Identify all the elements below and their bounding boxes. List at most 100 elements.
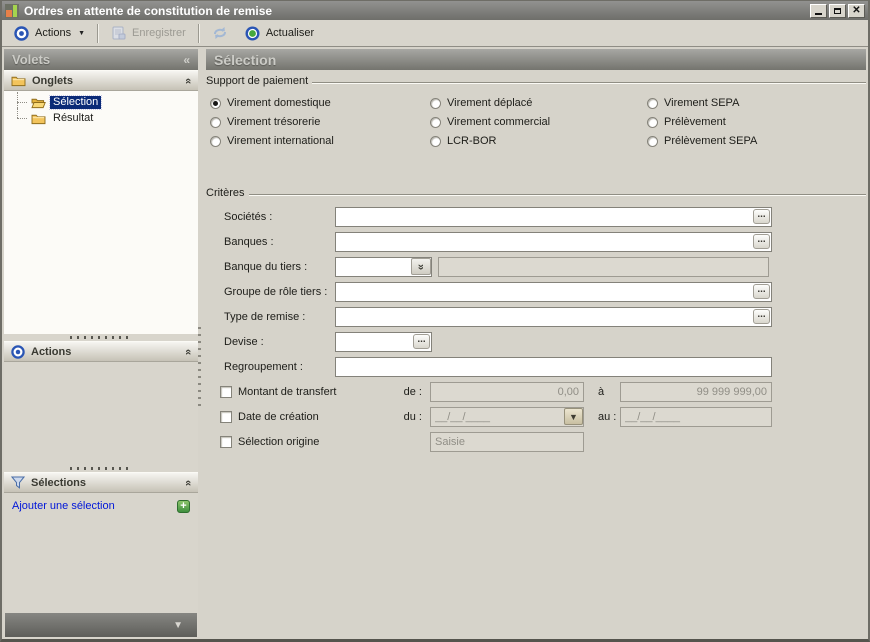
banques-label: Banques :	[224, 236, 274, 248]
support-group-label: Support de paiement	[206, 75, 866, 87]
splitter-grip-dots	[70, 467, 132, 470]
save-button[interactable]: Enregistrer	[106, 24, 191, 42]
devise-row: Devise : ...	[224, 332, 866, 352]
a-label: à	[598, 386, 605, 398]
onglets-title: Onglets	[32, 74, 73, 87]
refresh-button[interactable]: Actualiser	[240, 24, 319, 43]
groupe-role-browse-button[interactable]: ...	[753, 284, 770, 299]
sidebar-bottom-bar[interactable]: ▼	[5, 613, 197, 637]
origine-checkbox[interactable]	[220, 436, 232, 448]
tree-item-resultat[interactable]: Résultat	[4, 108, 198, 126]
toolbar-separator	[197, 23, 200, 43]
vertical-splitter-handle[interactable]	[198, 327, 201, 407]
support-group-title: Support de paiement	[206, 75, 309, 87]
add-selection-link[interactable]: Ajouter une sélection	[12, 500, 171, 512]
societes-input[interactable]	[335, 207, 772, 227]
sidebar-splitter[interactable]	[4, 334, 198, 341]
selection-header: Sélection	[206, 49, 866, 70]
tree-item-selection[interactable]: Sélection	[4, 92, 198, 110]
radio-label: Virement trésorerie	[227, 116, 321, 128]
app-window: Ordres en attente de constitution de rem…	[0, 0, 870, 642]
sidebar: Volets « Onglets « Sélection Résultat Ac…	[4, 49, 198, 639]
refresh-orb-icon	[245, 26, 260, 41]
radio-virement-deplace[interactable]: Virement déplacé	[430, 96, 647, 110]
maximize-icon	[834, 7, 841, 14]
groupe-role-label: Groupe de rôle tiers :	[224, 286, 328, 298]
open-folder-icon	[31, 96, 46, 109]
collapse-section-icon[interactable]: «	[182, 348, 194, 354]
add-selection-button[interactable]: +	[177, 499, 190, 513]
minimize-button[interactable]	[810, 3, 827, 18]
radio-prelevement[interactable]: Prélèvement	[647, 115, 866, 129]
type-remise-input[interactable]	[335, 307, 772, 327]
radio-label: Virement domestique	[227, 97, 331, 109]
sync-arrows-icon	[212, 26, 228, 40]
actions-title: Actions	[31, 345, 72, 358]
regroupement-label: Regroupement :	[224, 361, 303, 373]
criteria-group-title: Critères	[206, 187, 245, 199]
collapse-section-icon[interactable]: «	[182, 479, 194, 485]
actions-panel-body	[4, 362, 198, 465]
title-bar: Ordres en attente de constitution de rem…	[2, 1, 868, 20]
devise-label: Devise :	[224, 336, 264, 348]
tree-item-label[interactable]: Résultat	[50, 112, 96, 125]
radio-icon	[430, 135, 441, 147]
radio-prelevement-sepa[interactable]: Prélèvement SEPA	[647, 134, 866, 148]
type-remise-browse-button[interactable]: ...	[753, 309, 770, 324]
maximize-button[interactable]	[829, 3, 846, 18]
actions-section-header[interactable]: Actions «	[4, 341, 198, 362]
splitter-grip-dots	[70, 336, 132, 339]
chevron-down-icon: ▼	[569, 411, 578, 422]
societes-browse-button[interactable]: ...	[753, 209, 770, 224]
banques-browse-button[interactable]: ...	[753, 234, 770, 249]
chevron-down-icon: ▼	[173, 619, 183, 631]
save-document-icon	[111, 26, 126, 40]
onglets-section-header[interactable]: Onglets «	[4, 70, 198, 91]
devise-browse-button[interactable]: ...	[413, 334, 430, 349]
radio-virement-tresorerie[interactable]: Virement trésorerie	[210, 115, 430, 129]
tree-item-label[interactable]: Sélection	[48, 94, 103, 110]
origine-label: Sélection origine	[238, 436, 320, 448]
origine-input	[430, 432, 584, 452]
date-du-dropdown-button[interactable]: ▼	[564, 408, 583, 425]
banque-tiers-row: Banque du tiers : «	[224, 257, 866, 277]
main-panel: Sélection Support de paiement Virement d…	[206, 49, 866, 639]
radio-icon	[430, 97, 441, 109]
dropdown-arrow-icon: ▼	[78, 29, 86, 37]
radio-label: Virement déplacé	[447, 97, 533, 109]
radio-virement-commercial[interactable]: Virement commercial	[430, 115, 647, 129]
radio-virement-domestique[interactable]: Virement domestique	[210, 96, 430, 110]
selection-header-title: Sélection	[214, 51, 277, 68]
collapse-section-icon[interactable]: «	[182, 77, 194, 83]
montant-a-input	[620, 382, 772, 402]
banques-input[interactable]	[335, 232, 772, 252]
au-label: au :	[598, 411, 617, 423]
sidebar-splitter[interactable]	[4, 465, 198, 472]
collapse-sidebar-icon[interactable]: «	[183, 53, 190, 67]
montant-checkbox[interactable]	[220, 386, 232, 398]
date-checkbox[interactable]	[220, 411, 232, 423]
group-divider-line	[248, 194, 866, 196]
selections-title: Sélections	[31, 476, 87, 489]
radio-icon	[647, 135, 658, 147]
radio-virement-sepa[interactable]: Virement SEPA	[647, 96, 866, 110]
refresh-button-label: Actualiser	[265, 27, 315, 39]
onglets-tree: Sélection Résultat	[4, 91, 198, 334]
filter-funnel-icon	[11, 476, 25, 489]
support-radio-group: Virement domestique Virement déplacé Vir…	[210, 96, 866, 148]
radio-virement-international[interactable]: Virement international	[210, 134, 430, 148]
actions-menu-label: Actions	[35, 27, 72, 39]
window-title: Ordres en attente de constitution de rem…	[24, 3, 273, 18]
regroupement-input[interactable]	[335, 357, 772, 377]
montant-row: Montant de transfert de : à	[220, 382, 866, 402]
selections-section-header[interactable]: Sélections «	[4, 472, 198, 493]
radio-lcr-bor[interactable]: LCR-BOR	[430, 134, 647, 148]
montant-label: Montant de transfert	[238, 386, 337, 398]
close-button[interactable]: ✕	[848, 3, 865, 18]
banque-tiers-combo-button[interactable]: «	[411, 258, 431, 275]
sync-button[interactable]	[207, 24, 233, 42]
du-label: du :	[403, 411, 422, 423]
toolbar: Actions ▼ Enregistrer Actualiser	[2, 20, 868, 47]
actions-menu-button[interactable]: Actions ▼	[9, 24, 90, 43]
groupe-role-input[interactable]	[335, 282, 772, 302]
